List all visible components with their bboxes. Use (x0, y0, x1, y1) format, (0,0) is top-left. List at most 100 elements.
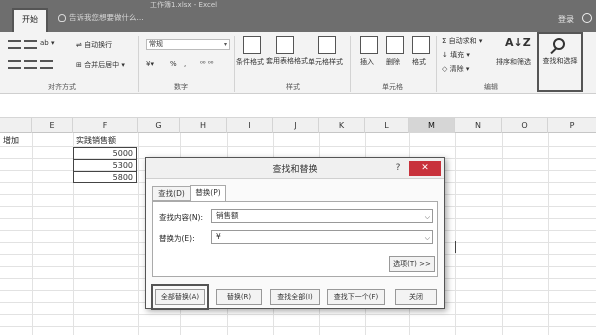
insert-icon[interactable] (360, 36, 378, 54)
fill-down-icon: ↓ (442, 51, 448, 59)
fill-button[interactable]: ↓ 填充 ▾ (442, 50, 470, 60)
clear-button[interactable]: ◇ 清除 ▾ (442, 64, 469, 74)
wrap-text-button[interactable]: ⇌ 自动换行 (76, 40, 112, 50)
percent-button[interactable]: % (170, 60, 177, 68)
replace-all-button[interactable]: 全部替换(A) (155, 289, 205, 305)
align-middle-icon[interactable] (24, 40, 37, 49)
help-button[interactable]: ? (391, 162, 405, 175)
chevron-down-icon: ▾ (121, 61, 125, 69)
find-all-button[interactable]: 查找全部(I) (270, 289, 320, 305)
align-left-icon[interactable] (8, 60, 21, 69)
eraser-icon: ◇ (442, 65, 448, 73)
currency-icon[interactable]: ¥▾ (146, 60, 154, 68)
autosum-button[interactable]: Σ 自动求和 ▾ (442, 36, 482, 46)
replace-with-label: 替换为(E): (159, 234, 195, 243)
column-header[interactable]: L (365, 118, 409, 133)
formula-bar-area (0, 94, 596, 118)
merge-center-button[interactable]: ⊞ 合并后居中 ▾ (76, 60, 125, 70)
dialog-close-button[interactable]: 关闭 (395, 289, 437, 305)
cell-f4[interactable]: 5300 (74, 160, 136, 172)
dialog-titlebar[interactable]: 查找和替换 ? ✕ (146, 158, 444, 179)
column-header[interactable]: N (455, 118, 502, 133)
delete-button[interactable]: 删除 (386, 57, 400, 67)
options-button[interactable]: 选项(T) >> (389, 256, 435, 272)
column-line (138, 133, 139, 335)
row-line (0, 314, 596, 315)
magnifier-icon (553, 38, 565, 50)
column-header[interactable]: O (502, 118, 548, 133)
find-select-button: 查找和选择 (542, 57, 578, 65)
group-label-cells: 单元格 (382, 83, 403, 91)
column-line (455, 133, 456, 335)
decimal-buttons[interactable]: ⁰⁰ ⁰⁰ (200, 60, 213, 68)
delete-icon[interactable] (386, 36, 404, 54)
column-header[interactable]: K (319, 118, 365, 133)
wrap-text-icon: ⇌ (76, 41, 82, 49)
format-icon[interactable] (412, 36, 430, 54)
login-link[interactable]: 登录 (558, 14, 574, 25)
format-as-table-button[interactable]: 套用表格格式 (266, 57, 308, 66)
align-top-icon[interactable] (8, 40, 21, 49)
comma-button[interactable]: , (184, 60, 186, 68)
cell-styles-icon[interactable] (318, 36, 336, 54)
group-label-editing: 编辑 (484, 83, 498, 91)
column-header[interactable]: G (138, 118, 180, 133)
ribbon: ab ▾ ⇌ 自动换行 ⊞ 合并后居中 ▾ 对齐方式 常规 ▾ ¥▾ % , ⁰⁰… (0, 32, 596, 94)
group-label-number: 数字 (174, 83, 188, 91)
find-select-highlight[interactable]: 查找和选择 (537, 32, 583, 92)
sort-filter-button[interactable]: 排序和筛选 (496, 57, 531, 67)
find-what-label: 查找内容(N): (159, 213, 203, 222)
tab-home[interactable]: 开始 (12, 8, 48, 32)
column-header[interactable]: I (227, 118, 273, 133)
column-header-row: E F G H I J K L M N O P (0, 118, 596, 133)
separator (350, 36, 351, 92)
align-center-icon[interactable] (24, 60, 37, 69)
find-replace-dialog: 查找和替换 ? ✕ 查找(D) 替换(P) 查找内容(N): 销售额 ⌵ 替换为… (145, 157, 445, 310)
sigma-icon: Σ (442, 37, 447, 45)
chevron-down-icon[interactable]: ⌵ (425, 232, 430, 244)
close-button[interactable]: ✕ (409, 161, 441, 176)
cell-styles-button[interactable]: 单元格样式 (308, 57, 343, 67)
column-header[interactable]: P (548, 118, 596, 133)
find-next-button[interactable]: 查找下一个(F) (327, 289, 385, 305)
table-format-icon[interactable] (276, 36, 294, 54)
chevron-down-icon[interactable]: ⌵ (425, 211, 430, 223)
document-title: 工作簿1.xlsx - Excel (150, 1, 218, 9)
data-range-f3-f5[interactable]: 5000 5300 5800 (73, 147, 137, 183)
merge-icon: ⊞ (76, 61, 82, 69)
column-header[interactable]: J (273, 118, 319, 133)
replace-button[interactable]: 替换(R) (216, 289, 262, 305)
indent-icon[interactable] (40, 60, 53, 69)
cell-f3[interactable]: 5000 (74, 148, 136, 160)
conditional-format-button[interactable]: 条件格式 (236, 57, 264, 67)
chevron-down-icon: ▾ (223, 41, 227, 48)
insert-button[interactable]: 插入 (360, 57, 374, 67)
separator (138, 36, 139, 92)
column-line (502, 133, 503, 335)
cell-d2[interactable]: 增加 (3, 135, 19, 146)
separator (234, 36, 235, 92)
separator (436, 36, 437, 92)
cell-f2[interactable]: 实践销售额 (76, 135, 116, 146)
column-header[interactable]: H (180, 118, 227, 133)
user-icon[interactable] (582, 13, 592, 23)
column-header-active[interactable]: M (409, 118, 455, 133)
tab-find[interactable]: 查找(D) (152, 186, 190, 201)
column-line (548, 133, 549, 335)
replace-tab-panel: 查找内容(N): 销售额 ⌵ 替换为(E): ¥ ⌵ 选项(T) >> (152, 201, 438, 277)
column-header[interactable]: E (32, 118, 73, 133)
column-header[interactable]: F (73, 118, 138, 133)
cell-f5[interactable]: 5800 (74, 172, 136, 184)
tell-me-search[interactable]: 告诉我您想要做什么... (58, 12, 144, 23)
find-what-input[interactable]: 销售额 ⌵ (211, 209, 433, 223)
group-label-styles: 样式 (286, 83, 300, 91)
replace-with-input[interactable]: ¥ ⌵ (211, 230, 433, 244)
tab-replace[interactable]: 替换(P) (190, 185, 226, 202)
number-format-select[interactable]: 常规 ▾ (146, 39, 230, 50)
conditional-format-icon[interactable] (243, 36, 261, 54)
column-header-d[interactable] (0, 118, 32, 133)
title-bar: 工作簿1.xlsx - Excel 开始 告诉我您想要做什么... 登录 (0, 0, 596, 32)
orientation-icon[interactable]: ab ▾ (40, 39, 54, 47)
format-button[interactable]: 格式 (412, 57, 426, 67)
sort-az-icon[interactable]: A↓Z (505, 36, 531, 49)
